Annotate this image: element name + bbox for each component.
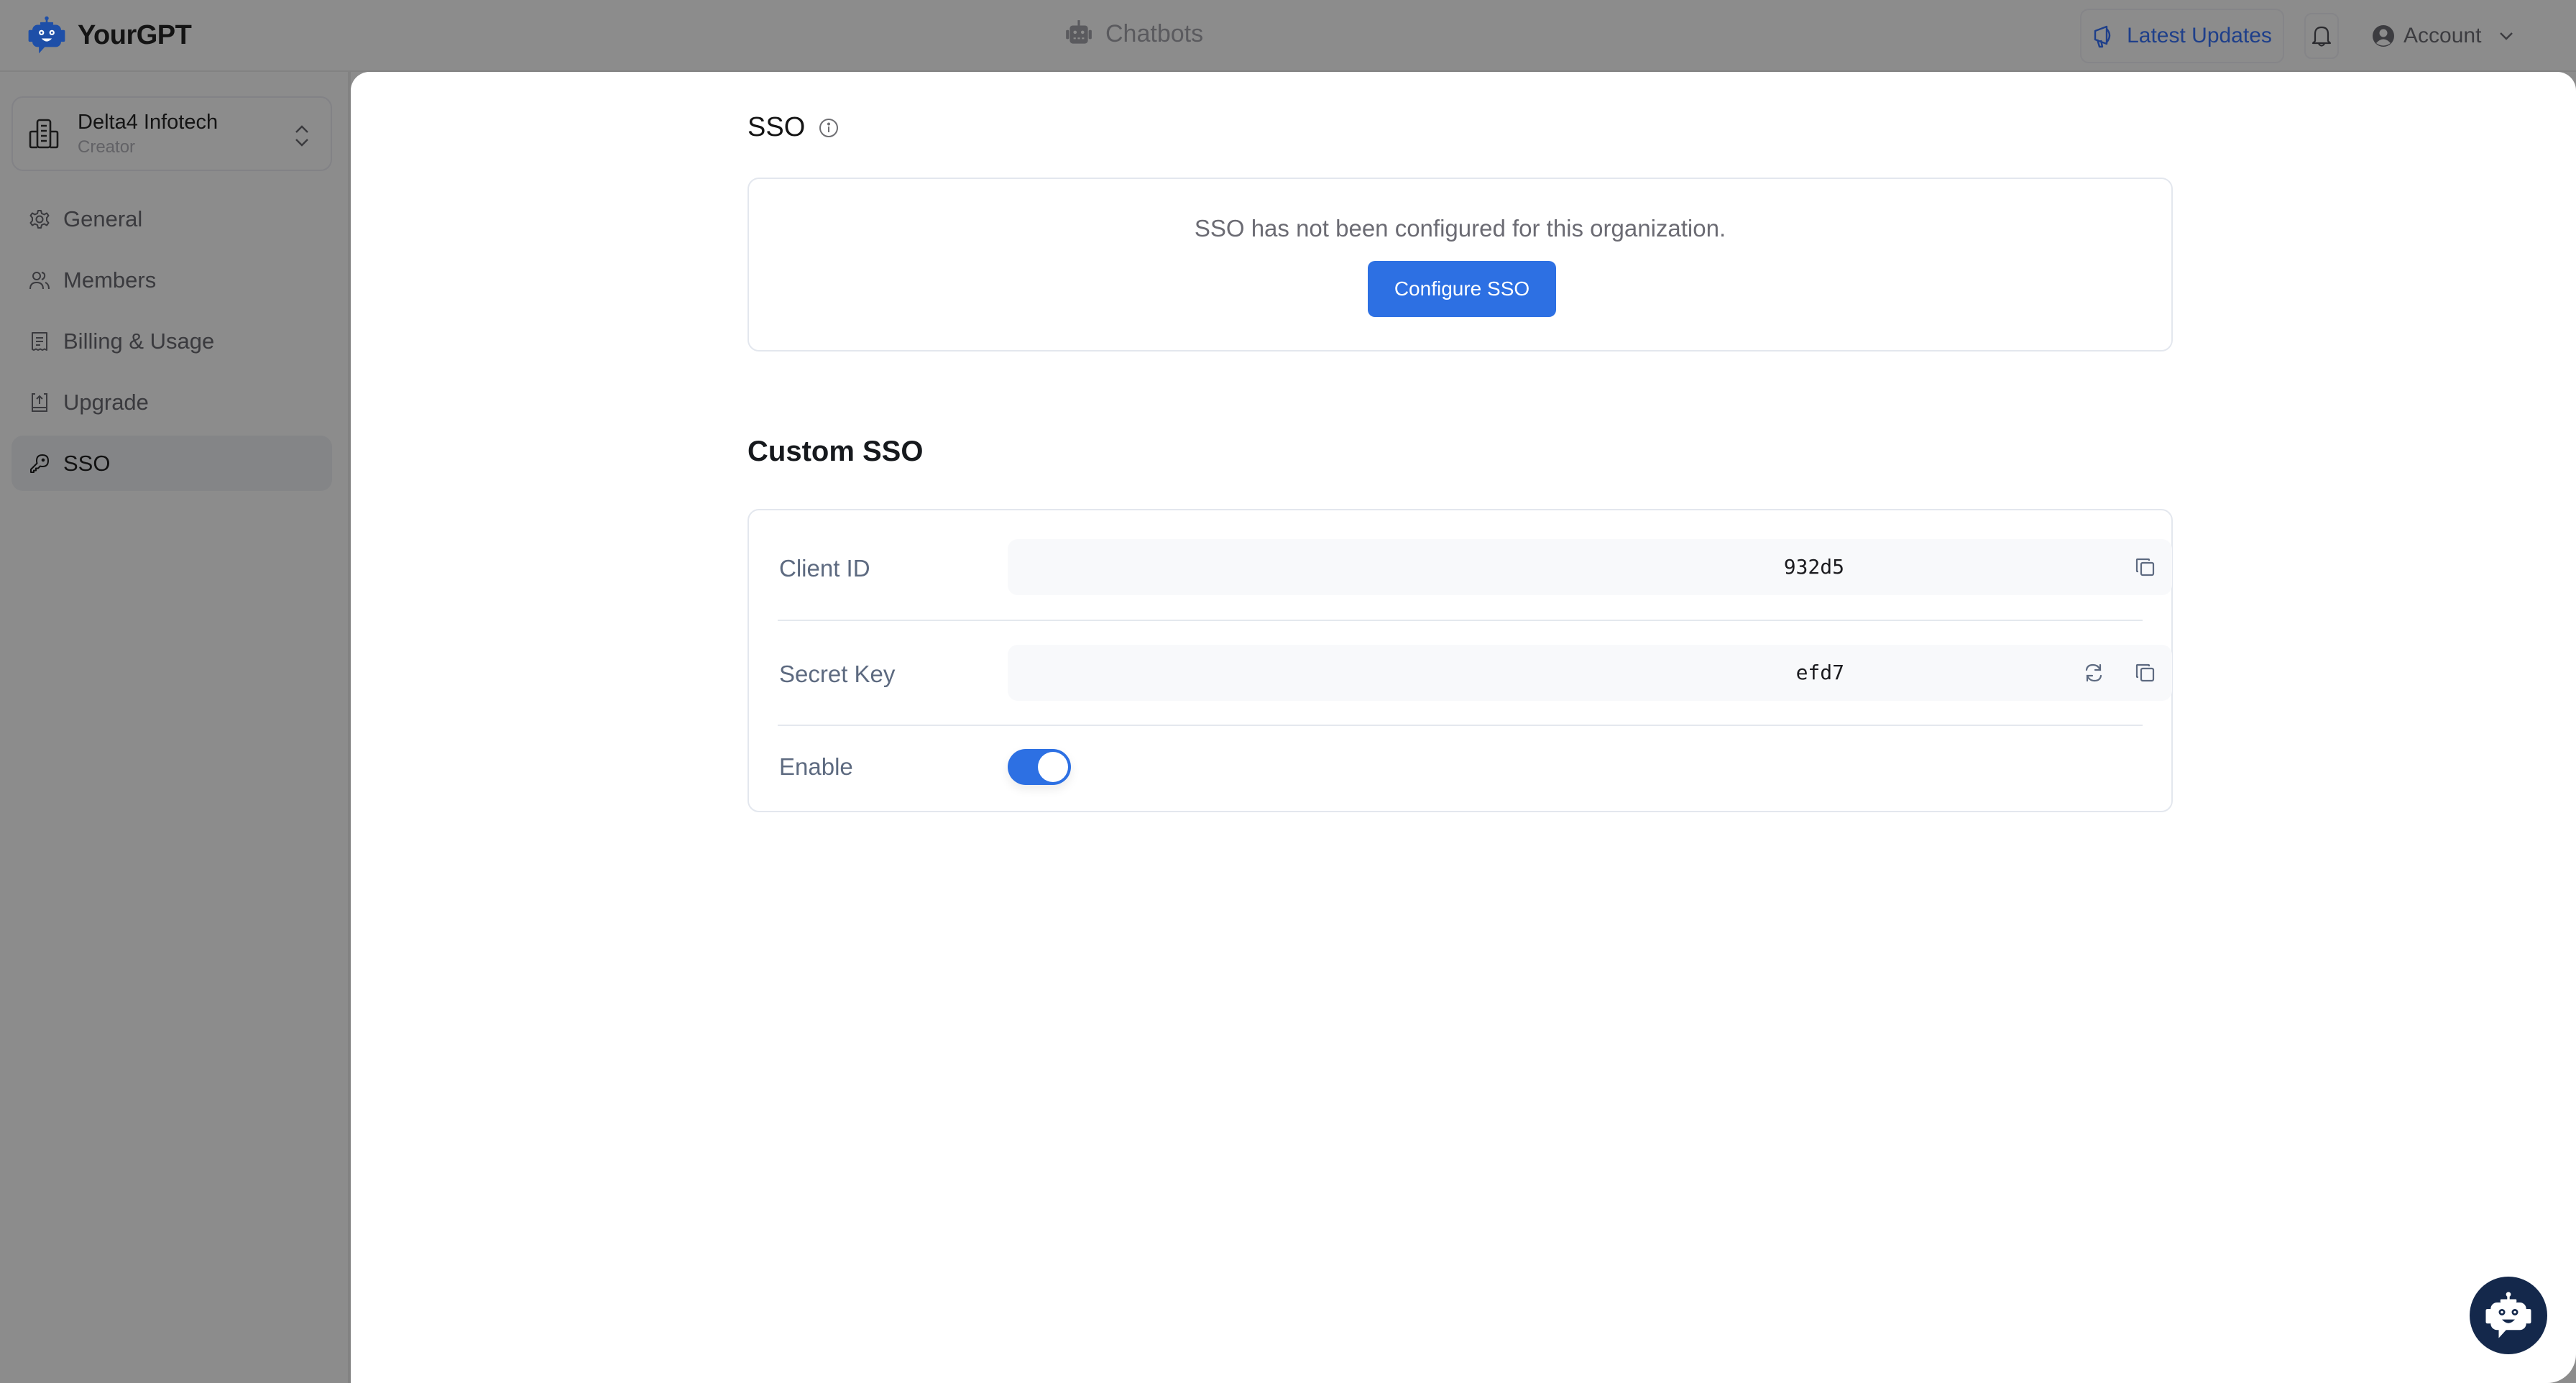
user-avatar-icon — [2373, 25, 2394, 47]
org-name: Delta4 Infotech — [78, 110, 218, 134]
sso-status-card: SSO has not been configured for this org… — [748, 178, 2173, 352]
info-icon[interactable] — [818, 117, 840, 139]
building-icon — [29, 119, 59, 149]
organization-switcher[interactable]: Delta4 Infotech Creator — [12, 96, 332, 171]
client-id-label: Client ID — [779, 555, 870, 582]
sidebar-item-sso[interactable]: SSO — [12, 436, 332, 491]
sidebar: Delta4 Infotech Creator General Members … — [0, 72, 351, 1383]
sidebar-item-label: Billing & Usage — [63, 328, 215, 354]
megaphone-icon — [2094, 25, 2111, 48]
sidebar-item-label: Upgrade — [63, 389, 149, 415]
chat-widget-button[interactable] — [2470, 1277, 2547, 1354]
latest-updates-label: Latest Updates — [2127, 24, 2272, 47]
enable-toggle[interactable] — [1008, 749, 1071, 785]
account-menu[interactable]: Account — [2372, 17, 2516, 55]
configure-sso-button[interactable]: Configure SSO — [1368, 261, 1556, 317]
sidebar-item-label: General — [63, 206, 143, 231]
client-id-row: Client ID 932d5 — [778, 539, 2172, 595]
robot-icon — [1066, 20, 1092, 44]
copy-icon[interactable] — [2133, 555, 2158, 579]
secret-key-value: efd7 — [1795, 661, 1844, 684]
yourgpt-robot-logo-icon — [28, 16, 65, 54]
notifications-button[interactable] — [2304, 13, 2339, 59]
enable-label: Enable — [779, 753, 853, 780]
client-id-value: 932d5 — [1783, 555, 1844, 579]
brand-name: YourGPT — [78, 19, 192, 50]
users-icon — [29, 271, 50, 289]
main-content-panel: SSO SSO has not been configured for this… — [351, 72, 2576, 1383]
bell-icon — [2312, 26, 2332, 47]
client-id-field[interactable]: 932d5 — [1008, 539, 2172, 595]
sidebar-item-members[interactable]: Members — [12, 252, 332, 308]
app-window: YourGPT Chatbots Latest Updates Account … — [0, 0, 2576, 1383]
custom-sso-title: Custom SSO — [748, 436, 924, 467]
sidebar-item-label: SSO — [63, 450, 111, 476]
toggle-knob — [1038, 752, 1068, 782]
copy-icon[interactable] — [2133, 661, 2158, 685]
chatbots-label: Chatbots — [1105, 19, 1204, 47]
regenerate-icon[interactable] — [2082, 661, 2106, 685]
chatbot-robot-icon — [2485, 1292, 2531, 1338]
brand-logo[interactable]: YourGPT — [26, 14, 192, 56]
key-icon — [30, 454, 49, 473]
sso-not-configured-text: SSO has not been configured for this org… — [1194, 215, 1726, 242]
row-divider — [778, 620, 2143, 621]
secret-key-field[interactable]: efd7 — [1008, 645, 2172, 701]
sidebar-item-label: Members — [63, 267, 157, 293]
gear-icon — [29, 209, 50, 229]
upgrade-icon — [32, 392, 47, 412]
chevron-down-icon — [2500, 32, 2513, 40]
secret-key-label: Secret Key — [779, 661, 896, 687]
sidebar-nav: General Members Billing & Usage Upgrade … — [12, 191, 332, 497]
receipt-icon — [32, 331, 47, 351]
chevron-up-down-icon — [295, 125, 308, 147]
enable-row: Enable — [778, 749, 2143, 785]
row-divider — [778, 725, 2143, 726]
sidebar-item-billing-usage[interactable]: Billing & Usage — [12, 313, 332, 369]
sidebar-item-general[interactable]: General — [12, 191, 332, 247]
sso-section-header: SSO — [748, 112, 840, 143]
top-header: YourGPT Chatbots Latest Updates Account — [0, 0, 2576, 72]
chatbots-nav-link[interactable]: Chatbots — [1064, 19, 1203, 49]
org-role: Creator — [78, 137, 136, 157]
account-label: Account — [2404, 24, 2482, 47]
latest-updates-button[interactable]: Latest Updates — [2080, 9, 2284, 63]
sidebar-item-upgrade[interactable]: Upgrade — [12, 375, 332, 430]
sso-section-title: SSO — [748, 112, 806, 142]
custom-sso-card: Client ID 932d5 Secret Key efd7 Enable — [748, 509, 2173, 812]
secret-key-row: Secret Key efd7 — [778, 645, 2172, 701]
